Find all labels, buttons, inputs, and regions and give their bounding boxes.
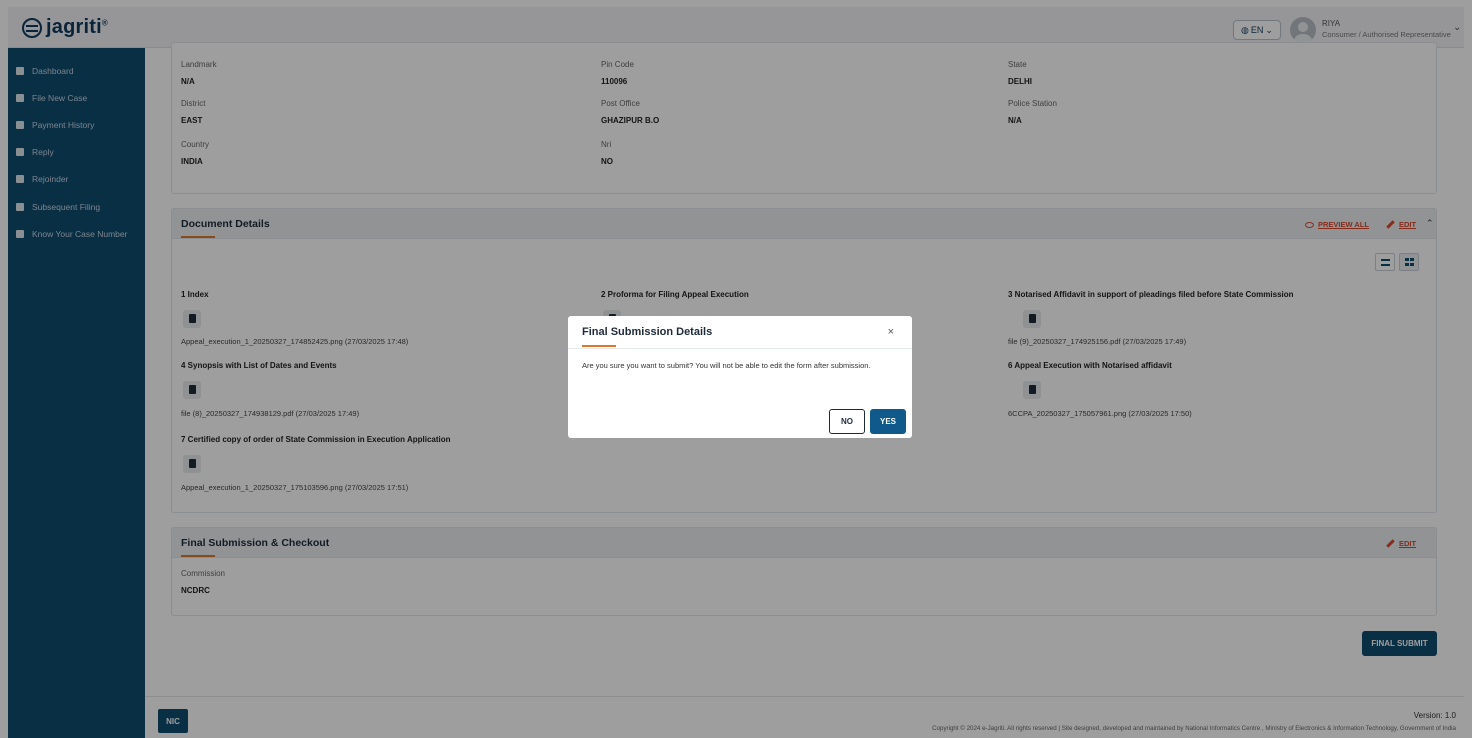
title-underline [582, 345, 616, 347]
dialog-divider [568, 348, 912, 349]
yes-button[interactable]: YES [870, 409, 906, 434]
no-button[interactable]: NO [829, 409, 865, 434]
close-icon[interactable]: × [888, 326, 894, 338]
dialog-title: Final Submission Details [582, 326, 713, 338]
dialog-message: Are you sure you want to submit? You wil… [582, 361, 871, 370]
final-submission-dialog: Final Submission Details × Are you sure … [568, 316, 912, 438]
